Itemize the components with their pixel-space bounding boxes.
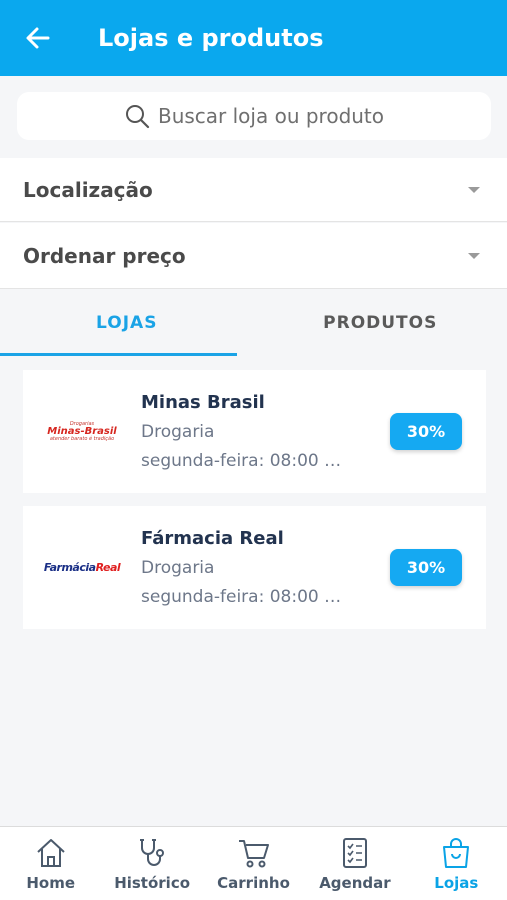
store-hours: segunda-feira: 08:00 …	[141, 587, 342, 607]
stethoscope-icon	[140, 838, 165, 866]
store-name: Minas Brasil	[141, 392, 265, 413]
bottom-navigation: Home Histórico Carrinho Agendar Lojas	[0, 826, 507, 900]
nav-agendar[interactable]: Agendar	[304, 827, 405, 900]
tab-bar: LOJAS PRODUTOS	[0, 290, 507, 356]
discount-badge: 30%	[390, 549, 462, 586]
tab-lojas[interactable]: LOJAS	[0, 290, 254, 356]
nav-lojas[interactable]: Lojas	[406, 827, 507, 900]
search-icon	[125, 105, 150, 129]
cart-icon	[238, 839, 269, 867]
nav-label: Agendar	[319, 873, 391, 892]
store-logo: Drogarias Minas-Brasil atender barato é …	[23, 370, 141, 493]
logo-wordmark: Minas-Brasil	[47, 425, 117, 437]
logo-wordmark-a: Farmácia	[43, 561, 96, 574]
store-logo: FarmáciaReal	[23, 506, 141, 629]
farmacia-real-logo: FarmáciaReal	[43, 561, 121, 574]
nav-label: Carrinho	[217, 873, 290, 892]
store-info: Minas Brasil Drogaria segunda-feira: 08:…	[141, 392, 390, 471]
dropdown-caret-icon	[468, 252, 480, 259]
logo-wordmark-b: Real	[95, 561, 121, 574]
nav-label: Histórico	[114, 873, 191, 892]
nav-historico[interactable]: Histórico	[101, 827, 202, 900]
store-info: Fármacia Real Drogaria segunda-feira: 08…	[141, 528, 390, 607]
store-type: Drogaria	[141, 422, 215, 442]
tab-produtos[interactable]: PRODUTOS	[254, 290, 507, 356]
logo-subtext: atender barato é tradição	[49, 435, 115, 442]
search-placeholder: Buscar loja ou produto	[157, 104, 385, 128]
nav-label: Home	[26, 873, 76, 892]
home-icon	[37, 838, 65, 867]
minas-brasil-logo: Drogarias Minas-Brasil atender barato é …	[47, 421, 117, 442]
store-type: Drogaria	[141, 558, 215, 578]
nav-label: Lojas	[434, 873, 479, 892]
dropdown-caret-icon	[468, 186, 480, 193]
page-title: Lojas e produtos	[98, 24, 324, 52]
app-bar: Lojas e produtos	[0, 0, 507, 76]
store-hours: segunda-feira: 08:00 …	[141, 451, 342, 471]
active-tab-indicator	[0, 353, 237, 356]
search-input[interactable]: Buscar loja ou produto	[17, 92, 491, 140]
shopping-bag-icon	[443, 837, 470, 868]
store-card[interactable]: Drogarias Minas-Brasil atender barato é …	[23, 370, 486, 493]
store-name: Fármacia Real	[141, 528, 284, 549]
nav-home[interactable]: Home	[0, 827, 101, 900]
nav-carrinho[interactable]: Carrinho	[203, 827, 304, 900]
sort-price-filter[interactable]: Ordenar preço	[0, 223, 507, 289]
back-button[interactable]	[0, 0, 76, 76]
discount-badge: 30%	[390, 413, 462, 450]
location-filter[interactable]: Localização	[0, 158, 507, 222]
checklist-icon	[342, 837, 367, 868]
store-card[interactable]: FarmáciaReal Fármacia Real Drogaria segu…	[23, 506, 486, 629]
arrow-left-icon	[26, 27, 50, 49]
sort-price-filter-label: Ordenar preço	[23, 243, 186, 268]
location-filter-label: Localização	[23, 177, 153, 202]
